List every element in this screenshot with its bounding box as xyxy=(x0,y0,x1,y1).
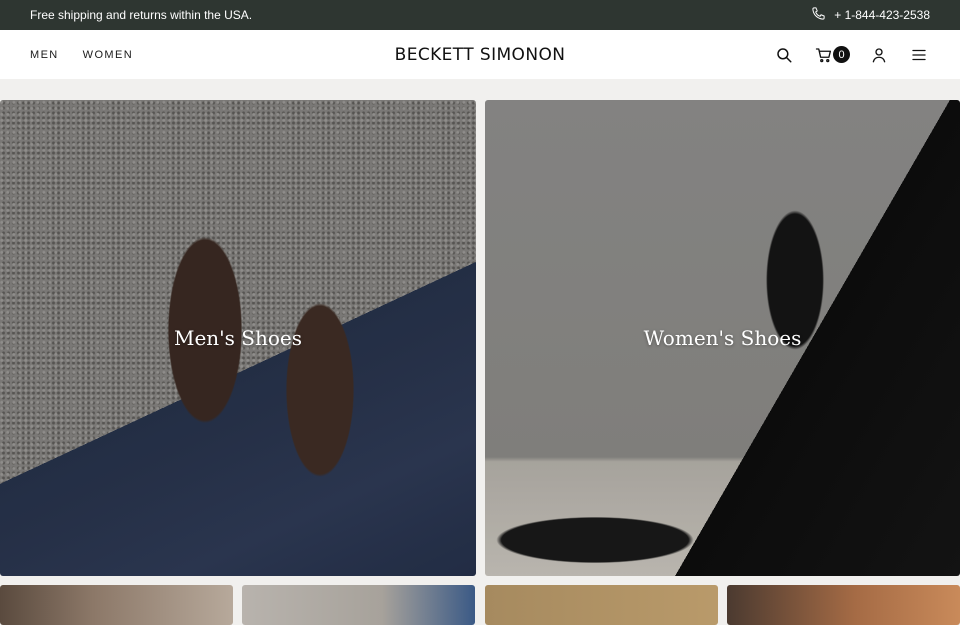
header-icons: 0 xyxy=(773,44,930,66)
site-header: MEN WOMEN BECKETT SIMONON 0 xyxy=(0,30,960,79)
womens-shoes-label[interactable]: Women's Shoes xyxy=(485,326,960,350)
womens-shoes-tile[interactable]: Women's Shoes xyxy=(485,100,960,576)
brand-logo[interactable]: BECKETT SIMONON xyxy=(395,45,566,65)
category-tile-preview[interactable] xyxy=(242,585,475,625)
announcement-bar: Free shipping and returns within the USA… xyxy=(0,0,960,30)
nav-women[interactable]: WOMEN xyxy=(83,49,133,61)
mens-shoes-label[interactable]: Men's Shoes xyxy=(0,326,476,350)
cart-icon[interactable] xyxy=(813,44,835,66)
menu-icon[interactable] xyxy=(908,44,930,66)
category-tile-preview[interactable] xyxy=(0,585,233,625)
phone-contact[interactable]: + 1-844-423-2538 xyxy=(811,6,930,24)
mens-shoes-tile[interactable]: Men's Shoes xyxy=(0,100,476,576)
announcement-text: Free shipping and returns within the USA… xyxy=(30,8,253,22)
cart-button[interactable]: 0 xyxy=(813,44,850,66)
search-icon[interactable] xyxy=(773,44,795,66)
phone-icon xyxy=(811,6,826,24)
category-tile-preview[interactable] xyxy=(727,585,960,625)
category-tile-preview[interactable] xyxy=(485,585,718,625)
main-nav: MEN WOMEN xyxy=(30,49,133,61)
cart-count-badge: 0 xyxy=(833,46,850,63)
account-icon[interactable] xyxy=(868,44,890,66)
phone-number[interactable]: + 1-844-423-2538 xyxy=(834,8,930,22)
nav-men[interactable]: MEN xyxy=(30,49,59,61)
